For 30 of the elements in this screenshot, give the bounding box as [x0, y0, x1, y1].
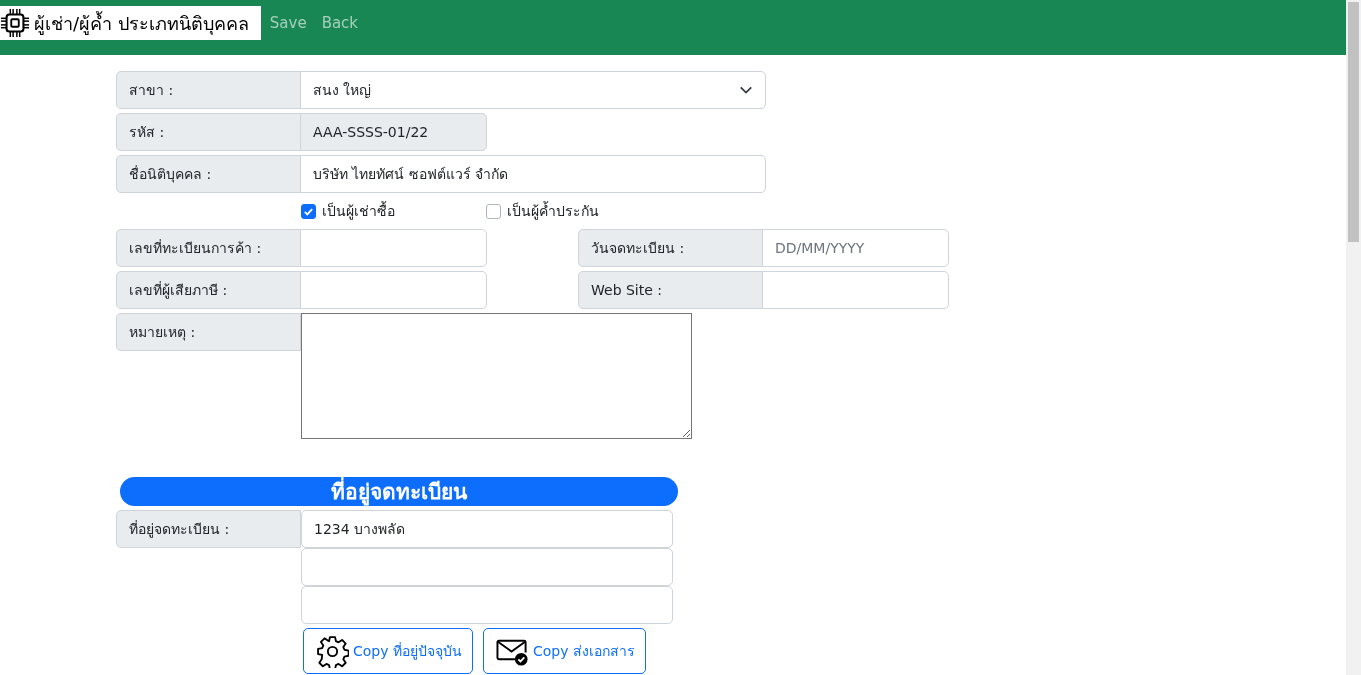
field-label: รหัส :: [116, 113, 301, 151]
field-label: วันจดทะเบียน :: [578, 229, 763, 267]
copy-button[interactable]: Copy ส่งเอกสาร: [482, 628, 646, 674]
field-label: สาขา :: [116, 71, 301, 109]
website-field[interactable]: [762, 271, 949, 309]
field-label: ที่อยู่จดทะเบียน :: [116, 510, 301, 548]
address-field[interactable]: 1234 บางพลัด: [301, 510, 673, 548]
address-field[interactable]: [301, 586, 673, 624]
branch-select[interactable]: สนง ใหญ่: [300, 71, 766, 109]
trade-registration-field[interactable]: [300, 229, 487, 267]
note-textarea[interactable]: [301, 313, 692, 439]
field-label: เลขที่ทะเบียนการค้า :: [116, 229, 301, 267]
page-title: ผู้เช่า/ผู้ค้ำ ประเภทนิติบุคคล: [34, 10, 249, 37]
gear-icon: [316, 634, 349, 668]
tax-id-field[interactable]: [300, 271, 487, 309]
field-label: เลขที่ผู้เสียภาษี :: [116, 271, 301, 309]
checkbox[interactable]: [301, 203, 316, 219]
address-field[interactable]: [301, 548, 673, 586]
date-field[interactable]: DD/MM/YYYY: [762, 229, 949, 267]
field-label: หมายเหตุ :: [116, 313, 301, 351]
checkbox-label: เป็นผู้ค้ำประกัน: [507, 200, 599, 222]
copy-button[interactable]: Copy ที่อยู่ปัจจุบัน: [303, 628, 473, 674]
field-label: ชื่อนิติบุคคล :: [116, 155, 301, 193]
field-label: Web Site :: [578, 271, 763, 309]
checkbox-label: เป็นผู้เช่าซื้อ: [322, 200, 395, 222]
name-field[interactable]: บริษัท ไทยทัศน์ ซอฟต์แวร์ จำกัด: [300, 155, 766, 193]
chip-icon: [0, 8, 30, 38]
checkbox[interactable]: [486, 203, 501, 219]
section-header: ที่อยู่จดทะเบียน: [120, 477, 678, 506]
scrollbar[interactable]: [1346, 0, 1361, 675]
